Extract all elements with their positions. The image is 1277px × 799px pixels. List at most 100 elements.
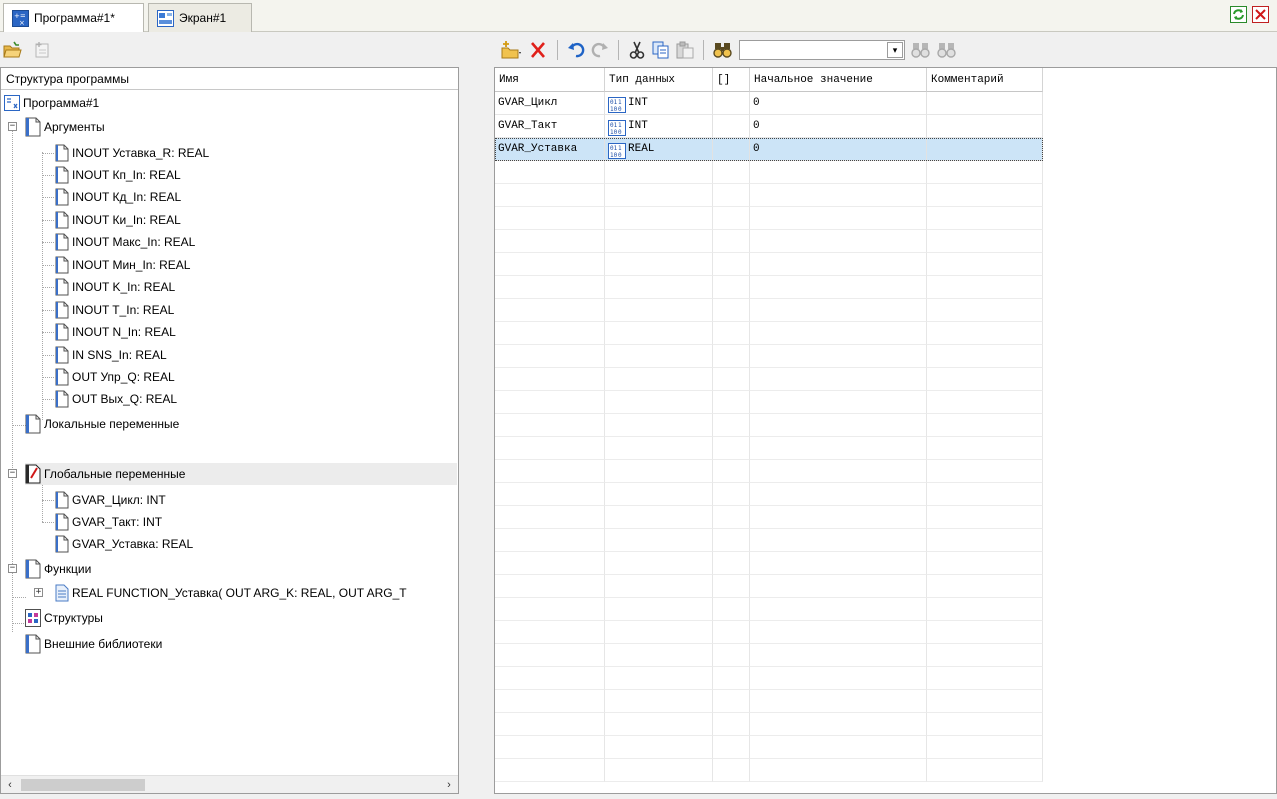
table-row-selected[interactable]: GVAR_Уставка 01 10 1 0 REAL 0: [495, 138, 1043, 161]
empty-cell[interactable]: [495, 391, 605, 414]
tree-node-argument[interactable]: IN SNS_In: REAL: [55, 344, 167, 366]
tree-node-global-variable[interactable]: GVAR_Цикл: INT: [55, 489, 166, 511]
column-header-name[interactable]: Имя: [495, 68, 605, 92]
empty-cell[interactable]: [713, 322, 750, 345]
empty-table-row[interactable]: [495, 506, 1043, 529]
table-row[interactable]: GVAR_Цикл 01 10 1 0 INT 0: [495, 92, 1043, 115]
empty-cell[interactable]: [495, 253, 605, 276]
empty-table-row[interactable]: [495, 414, 1043, 437]
empty-cell[interactable]: [927, 207, 1043, 230]
empty-table-row[interactable]: [495, 184, 1043, 207]
expander-functions[interactable]: −: [8, 564, 17, 573]
tree-node-argument[interactable]: INOUT Кд_In: REAL: [55, 186, 181, 208]
empty-cell[interactable]: [927, 713, 1043, 736]
empty-table-row[interactable]: [495, 322, 1043, 345]
paste-button[interactable]: [676, 41, 694, 59]
empty-cell[interactable]: [495, 575, 605, 598]
empty-cell[interactable]: [495, 161, 605, 184]
empty-cell[interactable]: [495, 414, 605, 437]
empty-cell[interactable]: [495, 529, 605, 552]
empty-table-row[interactable]: [495, 713, 1043, 736]
empty-cell[interactable]: [750, 322, 927, 345]
search-input[interactable]: [740, 41, 884, 59]
empty-cell[interactable]: [750, 506, 927, 529]
empty-cell[interactable]: [495, 552, 605, 575]
empty-cell[interactable]: [713, 437, 750, 460]
empty-cell[interactable]: [495, 598, 605, 621]
empty-cell[interactable]: [927, 690, 1043, 713]
empty-cell[interactable]: [605, 460, 713, 483]
tree-node-argument[interactable]: INOUT Кп_In: REAL: [55, 164, 181, 186]
tab-screen[interactable]: Экран#1: [148, 3, 252, 32]
empty-cell[interactable]: [927, 230, 1043, 253]
tree-node-local-variables[interactable]: Локальные переменные: [25, 413, 179, 435]
empty-cell[interactable]: [750, 759, 927, 782]
expander-arguments[interactable]: −: [8, 122, 17, 131]
empty-cell[interactable]: [495, 207, 605, 230]
structure-tree[interactable]: Программа#1 − Аргументы INOUT Уставка_R:…: [1, 90, 458, 770]
empty-table-row[interactable]: [495, 368, 1043, 391]
cell-type[interactable]: 01 10 1 0 INT: [605, 92, 713, 115]
undo-button[interactable]: [567, 41, 585, 59]
empty-cell[interactable]: [605, 230, 713, 253]
empty-cell[interactable]: [927, 552, 1043, 575]
empty-cell[interactable]: [713, 368, 750, 391]
cell-array[interactable]: [713, 92, 750, 115]
empty-cell[interactable]: [927, 506, 1043, 529]
empty-cell[interactable]: [750, 437, 927, 460]
empty-cell[interactable]: [927, 184, 1043, 207]
empty-cell[interactable]: [713, 276, 750, 299]
cut-button[interactable]: [628, 41, 646, 59]
empty-cell[interactable]: [495, 230, 605, 253]
empty-cell[interactable]: [927, 460, 1043, 483]
tree-node-program[interactable]: Программа#1: [4, 92, 99, 114]
find-next-button[interactable]: [911, 41, 931, 59]
empty-cell[interactable]: [495, 299, 605, 322]
empty-table-row[interactable]: [495, 483, 1043, 506]
empty-cell[interactable]: [605, 575, 713, 598]
empty-cell[interactable]: [750, 368, 927, 391]
tree-node-external-libraries[interactable]: Внешние библиотеки: [25, 633, 162, 655]
empty-cell[interactable]: [713, 207, 750, 230]
cell-comment[interactable]: [927, 115, 1043, 138]
empty-cell[interactable]: [750, 621, 927, 644]
empty-cell[interactable]: [713, 644, 750, 667]
empty-table-row[interactable]: [495, 276, 1043, 299]
empty-cell[interactable]: [927, 667, 1043, 690]
empty-cell[interactable]: [927, 598, 1043, 621]
cell-comment[interactable]: [927, 92, 1043, 115]
search-dropdown-button[interactable]: ▾: [887, 42, 903, 58]
cell-type[interactable]: 01 10 1 0 REAL: [605, 138, 713, 161]
empty-cell[interactable]: [713, 345, 750, 368]
empty-cell[interactable]: [605, 552, 713, 575]
empty-table-row[interactable]: [495, 345, 1043, 368]
empty-cell[interactable]: [750, 736, 927, 759]
scroll-right-arrow[interactable]: ›: [440, 776, 458, 794]
cell-initial-value[interactable]: 0: [750, 138, 927, 161]
empty-cell[interactable]: [750, 414, 927, 437]
empty-cell[interactable]: [605, 690, 713, 713]
empty-cell[interactable]: [495, 322, 605, 345]
empty-cell[interactable]: [750, 575, 927, 598]
empty-cell[interactable]: [605, 667, 713, 690]
empty-cell[interactable]: [713, 575, 750, 598]
open-folder-button[interactable]: [3, 41, 23, 59]
empty-cell[interactable]: [605, 483, 713, 506]
empty-table-row[interactable]: [495, 552, 1043, 575]
empty-cell[interactable]: [927, 322, 1043, 345]
empty-cell[interactable]: [495, 690, 605, 713]
empty-table-row[interactable]: [495, 230, 1043, 253]
empty-table-row[interactable]: [495, 736, 1043, 759]
find-button[interactable]: [713, 41, 733, 59]
empty-cell[interactable]: [750, 161, 927, 184]
empty-cell[interactable]: [750, 184, 927, 207]
empty-cell[interactable]: [605, 345, 713, 368]
delete-button[interactable]: [528, 40, 548, 60]
empty-cell[interactable]: [495, 483, 605, 506]
empty-cell[interactable]: [713, 253, 750, 276]
empty-cell[interactable]: [927, 414, 1043, 437]
empty-cell[interactable]: [750, 529, 927, 552]
empty-cell[interactable]: [713, 759, 750, 782]
tree-node-function[interactable]: REAL FUNCTION_Уставка( OUT ARG_K: REAL, …: [55, 582, 407, 604]
cell-name[interactable]: GVAR_Уставка: [495, 138, 605, 161]
